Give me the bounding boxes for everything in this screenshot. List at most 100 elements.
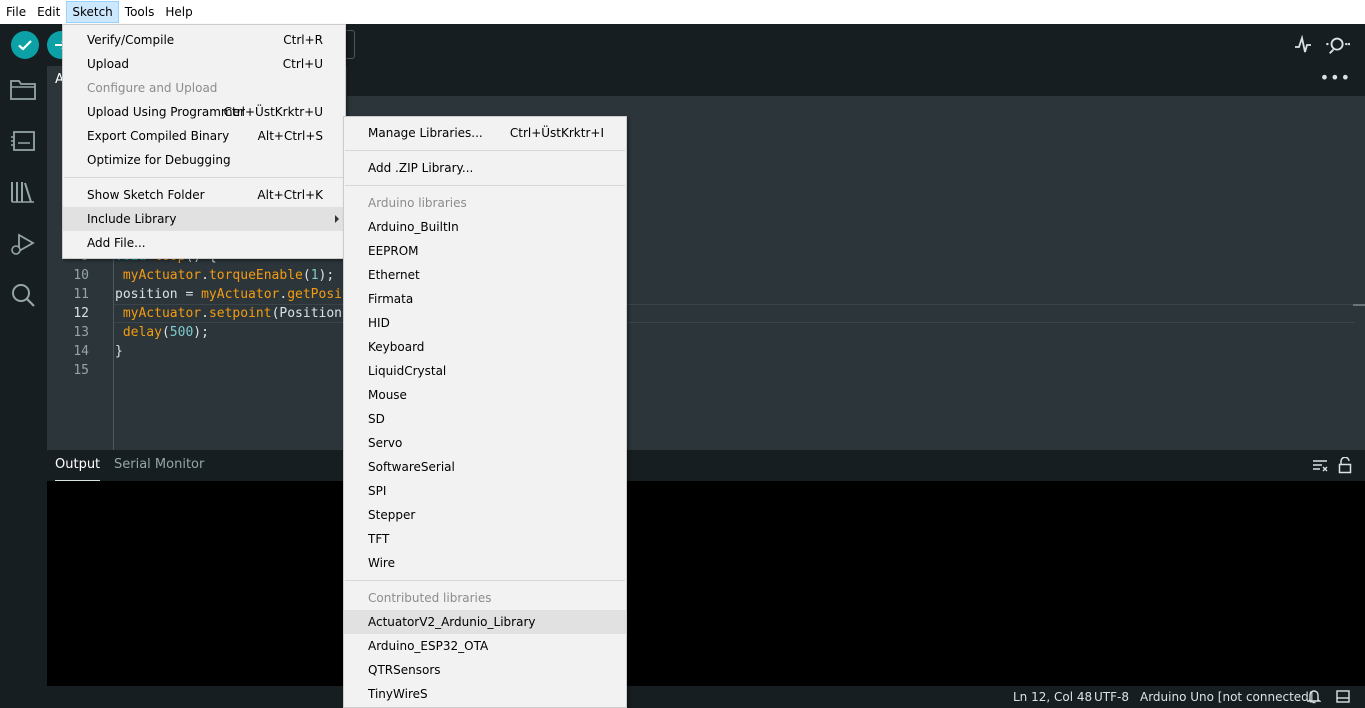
cursor-position[interactable]: Ln 12, Col 48 xyxy=(1013,690,1092,704)
library-item-label: QTRSensors xyxy=(368,663,441,677)
sketch-menu: Verify/Compile Ctrl+R Upload Ctrl+U Conf… xyxy=(62,24,346,259)
tab-output[interactable]: Output xyxy=(55,450,101,481)
editor-scrollbar-marker[interactable] xyxy=(1353,304,1365,306)
library-item[interactable]: Arduino_BuiltIn xyxy=(344,215,626,239)
library-manager-button[interactable] xyxy=(9,178,37,206)
menu-edit[interactable]: Edit xyxy=(32,1,65,23)
library-item[interactable]: ActuatorV2_Ardunio_Library xyxy=(344,610,626,634)
code-token: getPosit xyxy=(287,287,350,302)
menu-item-label: Add .ZIP Library... xyxy=(368,161,474,175)
clear-output-icon xyxy=(1313,460,1328,472)
line-number: 15 xyxy=(73,363,89,378)
library-item[interactable]: TFT xyxy=(344,527,626,551)
code-line[interactable]: 12 myActuator.setpoint(PositionC xyxy=(47,304,1347,323)
serial-plotter-button[interactable] xyxy=(1291,33,1315,57)
library-item[interactable]: Stepper xyxy=(344,503,626,527)
menu-item-show-sketch-folder[interactable]: Show Sketch Folder Alt+Ctrl+K xyxy=(63,183,345,207)
menu-tools[interactable]: Tools xyxy=(120,1,160,23)
menu-item-shortcut: Ctrl+ÜstKrktr+U xyxy=(223,105,323,119)
library-item[interactable]: SoftwareSerial xyxy=(344,455,626,479)
library-item-label: SoftwareSerial xyxy=(368,460,455,474)
code-token: delay xyxy=(122,325,162,340)
menu-item-shortcut: Ctrl+U xyxy=(282,57,323,71)
more-options-icon[interactable]: ••• xyxy=(1320,68,1351,87)
library-item[interactable]: Wire xyxy=(344,551,626,575)
scroll-lock-button[interactable] xyxy=(1338,456,1352,477)
library-icon xyxy=(11,182,34,203)
library-item[interactable]: Arduino_ESP32_OTA xyxy=(344,634,626,658)
library-item-label: HID xyxy=(368,316,390,330)
code-token: 500 xyxy=(169,325,194,340)
code-line[interactable]: 15 xyxy=(47,361,1347,380)
library-item-label: Keyboard xyxy=(368,340,425,354)
code-line[interactable]: 14} xyxy=(47,342,1347,361)
serial-monitor-button[interactable] xyxy=(1326,33,1350,57)
menu-item-include-library[interactable]: Include Library xyxy=(63,207,345,231)
library-item[interactable]: Mouse xyxy=(344,383,626,407)
menu-item-export-binary[interactable]: Export Compiled Binary Alt+Ctrl+S xyxy=(63,124,345,148)
menu-item-shortcut: Ctrl+R xyxy=(283,33,323,47)
library-item[interactable]: SD xyxy=(344,407,626,431)
sketchbook-button[interactable] xyxy=(9,75,37,103)
menu-item-upload-programmer[interactable]: Upload Using Programmer Ctrl+ÜstKrktr+U xyxy=(63,100,345,124)
library-item[interactable]: Firmata xyxy=(344,287,626,311)
menu-item-configure-upload: Configure and Upload xyxy=(63,76,345,100)
menu-item-verify-compile[interactable]: Verify/Compile Ctrl+R xyxy=(63,28,345,52)
menu-item-label: Upload xyxy=(87,57,130,71)
submenu-arrow-icon xyxy=(335,215,339,223)
library-item[interactable]: LiquidCrystal xyxy=(344,359,626,383)
debug-button[interactable] xyxy=(9,230,37,258)
library-item[interactable]: Servo xyxy=(344,431,626,455)
library-item-label: Wire xyxy=(368,556,395,570)
arduino-libraries-header: Arduino libraries xyxy=(344,191,626,215)
search-icon xyxy=(12,284,35,307)
verify-check-icon xyxy=(18,40,32,51)
include-library-submenu: Manage Libraries... Ctrl+ÜstKrktr+I Add … xyxy=(343,116,627,708)
menu-help[interactable]: Help xyxy=(160,1,197,23)
code-text: position = myActuator.getPosit xyxy=(115,285,350,304)
menu-item-label: Manage Libraries... xyxy=(368,126,483,140)
menu-file[interactable]: File xyxy=(1,1,31,23)
library-item-label: LiquidCrystal xyxy=(368,364,447,378)
clear-output-button[interactable] xyxy=(1312,459,1328,476)
board-status[interactable]: Arduino Uno [not connected] xyxy=(1140,690,1313,704)
boards-manager-button[interactable] xyxy=(9,127,37,155)
library-item[interactable]: TinyWireS xyxy=(344,682,626,706)
library-item[interactable]: EEPROM xyxy=(344,239,626,263)
file-encoding: UTF-8 xyxy=(1094,690,1129,704)
menu-item-manage-libraries[interactable]: Manage Libraries... Ctrl+ÜstKrktr+I xyxy=(344,121,626,145)
code-token: . xyxy=(201,268,209,283)
search-button[interactable] xyxy=(9,281,37,309)
notifications-button[interactable] xyxy=(1306,689,1322,707)
tab-serial-monitor[interactable]: Serial Monitor xyxy=(114,450,204,481)
menu-item-label: Add File... xyxy=(87,236,146,250)
library-item[interactable]: QTRSensors xyxy=(344,658,626,682)
library-item[interactable]: HID xyxy=(344,311,626,335)
code-token: myActuator xyxy=(122,306,202,321)
library-item[interactable]: Ethernet xyxy=(344,263,626,287)
menu-item-optimize-debugging[interactable]: Optimize for Debugging xyxy=(63,148,345,172)
output-console[interactable] xyxy=(47,481,1365,686)
code-text: myActuator.setpoint(PositionC xyxy=(115,304,350,323)
menu-sketch[interactable]: Sketch xyxy=(66,1,119,23)
code-line[interactable]: 11 position = myActuator.getPosit xyxy=(47,285,1347,304)
code-text: delay(500); xyxy=(115,323,209,342)
menu-item-add-file[interactable]: Add File... xyxy=(63,231,345,255)
code-line[interactable]: 13 delay(500); xyxy=(47,323,1347,342)
verify-button[interactable] xyxy=(11,31,39,59)
board-selector[interactable] xyxy=(346,30,355,59)
toggle-panel-button[interactable] xyxy=(1336,690,1350,706)
folder-icon xyxy=(10,80,36,100)
menu-item-label: Export Compiled Binary xyxy=(87,129,230,143)
menu-item-upload[interactable]: Upload Ctrl+U xyxy=(63,52,345,76)
code-line[interactable]: 10 myActuator.torqueEnable(1); xyxy=(47,266,1347,285)
menu-item-label: Include Library xyxy=(87,212,177,226)
menu-bar: File Edit Sketch Tools Help xyxy=(0,0,1365,24)
menu-separator xyxy=(64,177,344,178)
library-item[interactable]: Keyboard xyxy=(344,335,626,359)
menu-item-shortcut: Alt+Ctrl+S xyxy=(257,129,323,143)
library-item[interactable]: SPI xyxy=(344,479,626,503)
menu-item-add-zip-library[interactable]: Add .ZIP Library... xyxy=(344,156,626,180)
